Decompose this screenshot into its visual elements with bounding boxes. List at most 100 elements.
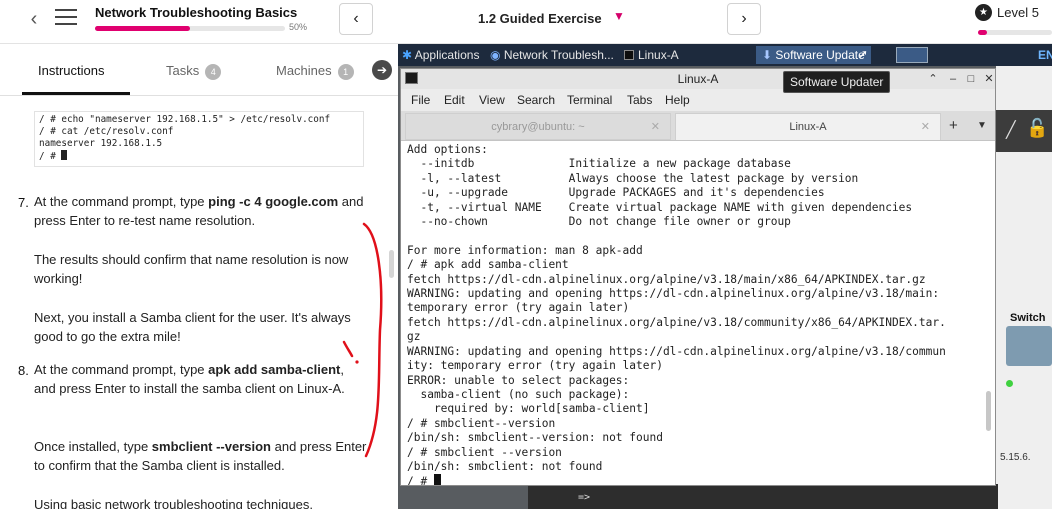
maximize-icon[interactable]: □: [963, 71, 979, 87]
menu-file[interactable]: File: [411, 93, 430, 107]
code-line: / #: [39, 150, 359, 163]
terminal-line: / # smbclient--version: [407, 416, 556, 430]
course-progress-label: 50%: [289, 22, 308, 32]
taskbar-terminal[interactable]: Linux-A: [624, 48, 679, 62]
terminal-cursor: [433, 474, 441, 485]
course-progress-fill: [95, 26, 190, 31]
browser-icon: ◉: [490, 48, 501, 62]
level-progress-fill: [978, 30, 987, 35]
taskbar-label: Network Troublesh...: [503, 48, 614, 62]
terminal-line: / #: [407, 474, 989, 485]
taskbar-software-updater[interactable]: ⬇ Software Update: [756, 46, 871, 64]
paragraph-result: The results should confirm that name res…: [34, 252, 349, 286]
step-7-text: At the command prompt, type ping -c 4 go…: [34, 192, 369, 230]
terminal-line: required by: world[samba-client]: [407, 402, 650, 416]
tab-label: Linux-A: [789, 121, 827, 133]
minimize-icon[interactable]: ‒: [945, 71, 961, 87]
step-8-text: At the command prompt, type apk add samb…: [34, 360, 369, 398]
course-title: Network Troubleshooting Basics: [95, 5, 298, 20]
cursor: [61, 150, 68, 160]
workspace-switcher[interactable]: [896, 47, 928, 63]
command-text: ping -c 4 google.com: [208, 194, 339, 209]
lock-icon: 🔓: [1026, 118, 1049, 138]
tab-list-chevron-icon[interactable]: ▼: [977, 120, 987, 131]
tab-tasks[interactable]: Tasks 4: [166, 63, 222, 80]
terminal-line: -t, --virtual NAME Create virtual packag…: [407, 200, 913, 214]
taskbar-browser[interactable]: ◉ Network Troublesh...: [490, 48, 614, 62]
menu-edit[interactable]: Edit: [444, 93, 465, 107]
back-chevron-icon[interactable]: ‹: [22, 8, 46, 30]
exercise-title[interactable]: 1.2 Guided Exercise: [478, 11, 602, 26]
menu-help[interactable]: Help: [665, 93, 690, 107]
switch-label: Switch: [1010, 312, 1046, 324]
panel-tabs: Instructions Tasks 4 Machines 1 ➔: [0, 44, 398, 96]
keyboard-layout-indicator[interactable]: EN: [1038, 48, 1052, 62]
hamburger-menu-icon[interactable]: [55, 9, 77, 27]
tab-label: Tasks: [166, 63, 200, 78]
arrow-right-icon[interactable]: ➔: [372, 60, 392, 80]
close-icon[interactable]: ✕: [981, 71, 997, 87]
terminal-line: --initdb Initialize a new package databa…: [407, 157, 791, 171]
previous-exercise-button[interactable]: ‹: [339, 3, 373, 35]
level-label: Level 5: [997, 5, 1039, 20]
active-tab-underline: [22, 92, 130, 95]
terminal-line: Add options:: [407, 143, 488, 156]
terminal-app-icon: [405, 72, 418, 84]
code-line: / # echo "nameserver 192.168.1.5" > /etc…: [39, 114, 331, 125]
terminal-line: For more information: man 8 apk-add: [407, 243, 643, 257]
chevron-down-icon[interactable]: ▼: [613, 9, 625, 23]
terminal-titlebar[interactable]: Linux-A ⌃ ‒ □ ✕: [401, 69, 995, 89]
version-text: 5.15.6.: [1000, 452, 1031, 463]
terminal-line: /bin/sh: smbclient--version: not found: [407, 431, 663, 445]
desktop-taskbar: ✱ Applications ◉ Network Troublesh... Li…: [398, 44, 1052, 66]
text-run: At the command prompt, type: [34, 194, 209, 209]
software-updater-tooltip: Software Updater: [783, 71, 891, 93]
terminal-output[interactable]: Add options: --initdb Initialize a new p…: [401, 141, 995, 485]
terminal-menubar: File Edit View Search Terminal Tabs Help: [401, 89, 995, 111]
taskbar-label: Linux-A: [638, 48, 679, 62]
applications-menu[interactable]: ✱ Applications: [402, 48, 479, 62]
terminal-scrollbar[interactable]: [986, 391, 991, 431]
menu-terminal[interactable]: Terminal: [567, 93, 612, 107]
menu-tabs[interactable]: Tabs: [627, 93, 652, 107]
background-app-toolbar: ╱ 🔓: [996, 110, 1052, 152]
switch-device-icon[interactable]: [1006, 326, 1052, 366]
terminal-line: / # smbclient --version: [407, 445, 562, 459]
command-text: apk add samba-client: [208, 362, 341, 377]
updater-icon: ⬇: [762, 48, 773, 62]
step-number: 8.: [18, 363, 29, 378]
taskbar-label: Software Update: [775, 48, 865, 62]
tab-instructions[interactable]: Instructions: [38, 63, 104, 78]
tab-label: Instructions: [38, 63, 105, 78]
terminal-line: gz: [407, 330, 421, 344]
next-exercise-button[interactable]: ›: [727, 3, 761, 35]
background-console: =>: [528, 484, 998, 509]
top-bar: ‹ Network Troubleshooting Basics 50% ‹ 1…: [0, 0, 1052, 44]
link-status-dot: [1006, 380, 1013, 387]
mouse-cursor-icon: ➚: [858, 47, 869, 61]
terminal-tab-ubuntu[interactable]: cybrary@ubuntu: ~ ✕: [405, 113, 671, 140]
code-line: nameserver 192.168.1.5: [39, 138, 163, 149]
panel-scrollbar[interactable]: [389, 250, 394, 278]
chevron-up-icon[interactable]: ⌃: [925, 71, 941, 87]
menu-search[interactable]: Search: [517, 93, 555, 107]
terminal-window[interactable]: Linux-A ⌃ ‒ □ ✕ File Edit View Search Te…: [400, 68, 996, 486]
machines-count-badge: 1: [337, 64, 354, 80]
paragraph-next: Next, you install a Samba client for the…: [34, 310, 351, 344]
tab-machines[interactable]: Machines 1: [276, 63, 354, 80]
terminal-tab-linux-a[interactable]: Linux-A ✕: [675, 113, 941, 140]
remote-desktop[interactable]: ✱ Applications ◉ Network Troublesh... Li…: [398, 44, 1052, 509]
close-tab-icon[interactable]: ✕: [921, 114, 930, 141]
text-run: At the command prompt, type: [34, 362, 209, 377]
new-tab-button[interactable]: +: [949, 117, 958, 134]
text-run: Once installed, type: [34, 439, 152, 454]
menu-view[interactable]: View: [479, 93, 505, 107]
close-tab-icon[interactable]: ✕: [651, 114, 660, 141]
tab-label: cybrary@ubuntu: ~: [491, 121, 585, 133]
terminal-icon: [624, 50, 634, 60]
applications-icon: ✱: [402, 48, 413, 62]
code-snippet: / # echo "nameserver 192.168.1.5" > /etc…: [34, 111, 364, 167]
paragraph-installed: Once installed, type smbclient --version…: [34, 437, 369, 475]
level-progress-bar: [978, 30, 1052, 35]
